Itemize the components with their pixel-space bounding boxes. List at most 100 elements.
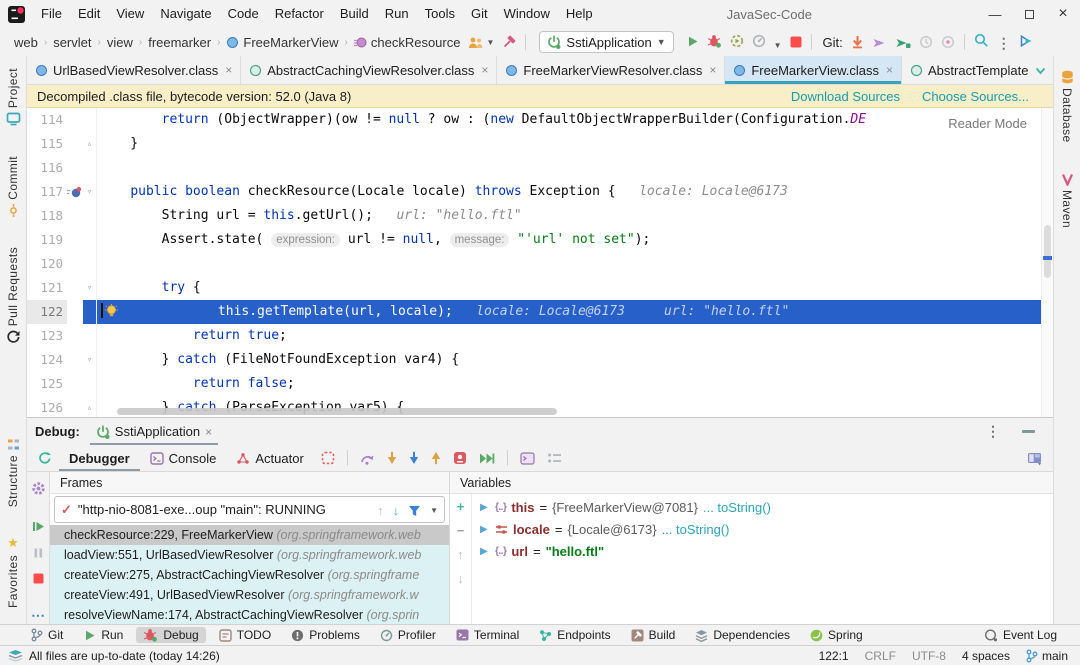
resume-button[interactable] [32,518,45,533]
rerun-button[interactable] [33,448,57,468]
profiler-button[interactable] [748,32,770,50]
toolwindow-button-todo[interactable]: TODO [212,627,278,643]
menu-edit[interactable]: Edit [70,0,108,28]
expand-chevron-icon[interactable]: ▶ [480,524,490,535]
stop-button[interactable] [786,34,806,50]
fold-marker[interactable]: ▿ [83,276,97,300]
tostring-link[interactable]: ... toString() [703,500,771,515]
fold-marker[interactable]: ▿ [83,180,97,204]
editor-line-121[interactable]: 121▿ try { [27,276,1053,300]
minimize-button[interactable]: — [978,0,1012,28]
force-step-into-button[interactable] [404,448,424,468]
toolwindow-button-build[interactable]: Build [624,627,683,643]
run-to-cursor-button[interactable] [448,448,472,468]
push-button[interactable] [868,35,891,51]
menu-tools[interactable]: Tools [417,0,463,28]
toolwindow-button-dependencies[interactable]: Dependencies [688,627,797,643]
close-icon[interactable]: × [205,425,212,439]
intention-bulb-icon[interactable] [105,304,118,319]
menu-window[interactable]: Window [496,0,558,28]
update-project-button[interactable] [847,33,868,51]
debug-tab-debugger[interactable]: Debugger [59,445,140,471]
down-button[interactable]: ↓ [393,502,400,517]
breadcrumb-item[interactable]: web [10,35,42,50]
stripe-button-database[interactable]: Database [1060,64,1074,149]
code-text[interactable]: public boolean checkResource(Locale loca… [97,180,1053,204]
editor-line-116[interactable]: 116 [27,156,1053,180]
debug-button[interactable] [703,32,726,50]
editor-tab-urlbasedviewresolver-class[interactable]: UrlBasedViewResolver.class× [27,56,241,84]
step-into-button[interactable] [382,448,402,468]
encoding-indicator[interactable]: UTF-8 [912,649,946,663]
run-configuration-select[interactable]: SstiApplication ▼ [539,31,673,53]
step-over-button[interactable] [355,449,380,468]
notification-link-download-sources[interactable]: Download Sources [791,89,900,104]
stack-frame-row[interactable]: loadView:551, UrlBasedViewResolver (org.… [50,545,449,565]
toolwindow-button-event-log[interactable]: Event Log [977,627,1064,643]
dropdown-arrow-button[interactable]: ▼ [430,502,438,517]
notification-link-choose-sources-[interactable]: Choose Sources... [922,89,1029,104]
code-text[interactable]: } [97,132,1053,156]
coverage-button[interactable] [726,32,748,50]
updates-button[interactable] [1015,32,1038,50]
stack-frame-row[interactable]: checkResource:229, FreeMarkerView (org.s… [50,525,449,545]
fold-marker[interactable]: ▿ [83,348,97,372]
close-icon[interactable]: × [886,63,893,77]
down-small-button[interactable]: ↓ [457,570,464,585]
menu-git[interactable]: Git [463,0,496,28]
editor-line-115[interactable]: 115▵ } [27,132,1053,156]
editor-line-124[interactable]: 124▿ } catch (FileNotFoundException var4… [27,348,1053,372]
code-text[interactable]: return (ObjectWrapper)(ow != null ? ow :… [97,108,1053,132]
breadcrumb-item[interactable]: checkResource [350,35,465,50]
editor-line-118[interactable]: 118 String url = this.getUrl(); url: "he… [27,204,1053,228]
more-h-button[interactable]: ⋯ [31,607,45,624]
expand-chevron-icon[interactable]: ▶ [480,546,490,557]
stack-frame-row[interactable]: createView:275, AbstractCachingViewResol… [50,565,449,585]
code-text[interactable] [97,156,1053,180]
settings-button[interactable] [31,480,46,496]
toolwindow-button-git[interactable]: Git [24,627,70,643]
toolwindow-button-endpoints[interactable]: Endpoints [532,627,617,643]
fold-marker[interactable]: ▵ [83,132,97,156]
variable-row-locale[interactable]: ▶locale = {Locale@6173} ... toString() [472,518,1053,540]
view-breakpoints-button[interactable] [316,448,340,468]
code-editor[interactable]: 114 return (ObjectWrapper)(ow != null ? … [27,108,1053,417]
stack-frame-row[interactable]: createView:491, UrlBasedViewResolver (or… [50,585,449,605]
toolwindow-button-run[interactable]: Run [76,627,130,643]
hammer-button[interactable] [498,33,520,51]
commit-and-push-button[interactable] [891,35,915,51]
stack-frame-row[interactable]: resolveViewName:174, AbstractCachingView… [50,605,449,624]
toolwindow-button-problems[interactable]: Problems [284,627,367,643]
menu-build[interactable]: Build [332,0,377,28]
stripe-button-favorites[interactable]: ★Favorites [6,529,20,614]
view-options-button[interactable] [542,449,567,467]
stripe-button-pull-requests[interactable]: Pull Requests [6,241,20,350]
menu-help[interactable]: Help [558,0,601,28]
stripe-button-project[interactable]: Project [6,62,21,132]
code-text[interactable]: return false; [97,372,1053,396]
variable-row-url[interactable]: ▶{..}url = "hello.ftl" [472,540,1053,562]
debug-tab-console[interactable]: Console [140,445,227,471]
editor-line-120[interactable]: 120 [27,252,1053,276]
debug-session-tab[interactable]: SstiApplication × [90,418,218,445]
step-out-button[interactable] [426,448,446,468]
search-everywhere-button[interactable] [970,31,993,50]
menu-run[interactable]: Run [377,0,417,28]
menu-refactor[interactable]: Refactor [267,0,332,28]
indent-indicator[interactable]: 4 spaces [962,649,1010,663]
editor-line-123[interactable]: 123 return true; [27,324,1053,348]
history-button[interactable] [915,33,937,51]
line-ending-indicator[interactable]: CRLF [865,649,896,663]
editor-line-122[interactable]: 122 this.getTemplate(url, locale); local… [27,300,1053,324]
cursor-position[interactable]: 122:1 [819,649,849,663]
more-options-button[interactable]: ⋮ [982,421,1004,442]
evaluate-expression-button[interactable] [515,449,540,468]
editor-tab-abstracttemplateview-cl[interactable]: AbstractTemplateView.cl [902,56,1028,84]
git-branch-widget[interactable]: main [1026,649,1068,663]
show-execution-point-button[interactable] [474,449,500,468]
toolwindow-button-spring[interactable]: Spring [803,627,870,643]
code-text[interactable]: String url = this.getUrl(); url: "hello.… [97,204,1053,228]
variable-row-this[interactable]: ▶{..}this = {FreeMarkerView@7081} ... to… [472,496,1053,518]
editor-line-114[interactable]: 114 return (ObjectWrapper)(ow != null ? … [27,108,1053,132]
editor-tab-abstractcachingviewresolver-class[interactable]: AbstractCachingViewResolver.class× [241,56,497,84]
